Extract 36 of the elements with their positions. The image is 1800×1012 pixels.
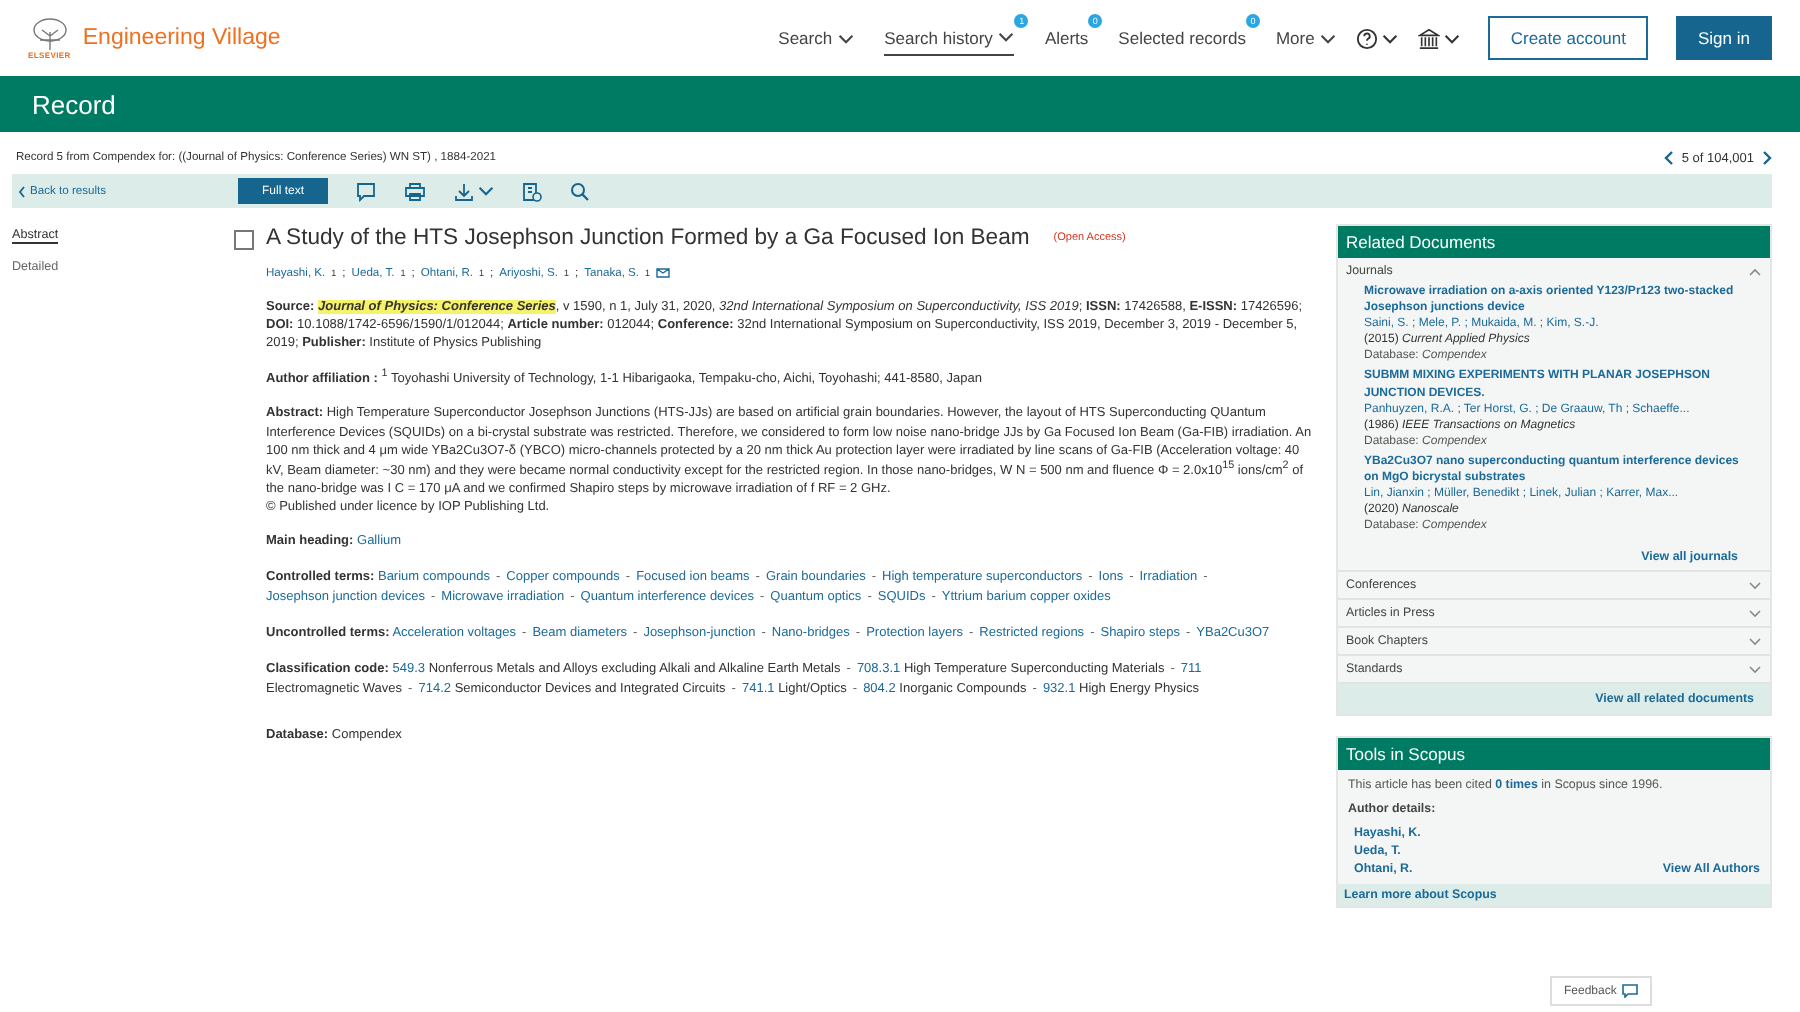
chevron-left-icon[interactable] [18,185,26,197]
caret-icon [1444,33,1461,43]
panel-header: Related Documents [1338,226,1770,258]
speech-bubble-icon[interactable] [356,181,377,201]
caret-icon [838,33,855,43]
caret-icon [478,186,495,196]
help-icon[interactable] [1356,27,1379,49]
download-icon[interactable] [454,181,475,201]
chevron-icon[interactable] [1748,665,1762,674]
printer-icon[interactable] [404,181,427,201]
search-icon[interactable] [570,181,591,201]
record-title: A Study of the HTS Josephson Junction Formed by a Ga Focused Ion Beam [266,224,1030,254]
nav-menu-item[interactable]: Alerts [1044,22,1089,54]
nav-menu-item[interactable]: More [1275,22,1337,54]
chevron-icon[interactable] [1748,609,1762,618]
sign-in-button[interactable]: Sign in [1676,16,1772,60]
record-checkbox[interactable] [234,229,254,250]
nav-menu-item[interactable]: Search [778,22,855,54]
chevron-left-icon[interactable] [1663,150,1674,166]
panel-header: Tools in Scopus [1338,738,1770,771]
institution-icon[interactable] [1418,27,1441,49]
caret-icon [1382,33,1399,43]
caret-icon [998,32,1015,42]
nav-menu-item[interactable]: Selected records [1118,22,1246,54]
caret-icon [1320,33,1337,43]
chevron-icon[interactable] [1748,267,1762,275]
document-icon[interactable] [522,181,543,201]
chevron-icon[interactable] [1748,581,1762,590]
envelope-icon[interactable] [656,268,671,279]
create-account-button[interactable]: Create account [1488,16,1648,60]
page-title: Record [32,89,116,119]
chevron-icon[interactable] [1748,637,1762,646]
nav-menu-item[interactable]: Search history [884,21,1015,55]
chevron-right-icon[interactable] [1762,150,1772,166]
speech-bubble-icon [1622,984,1639,998]
tree-logo-icon [29,17,70,49]
